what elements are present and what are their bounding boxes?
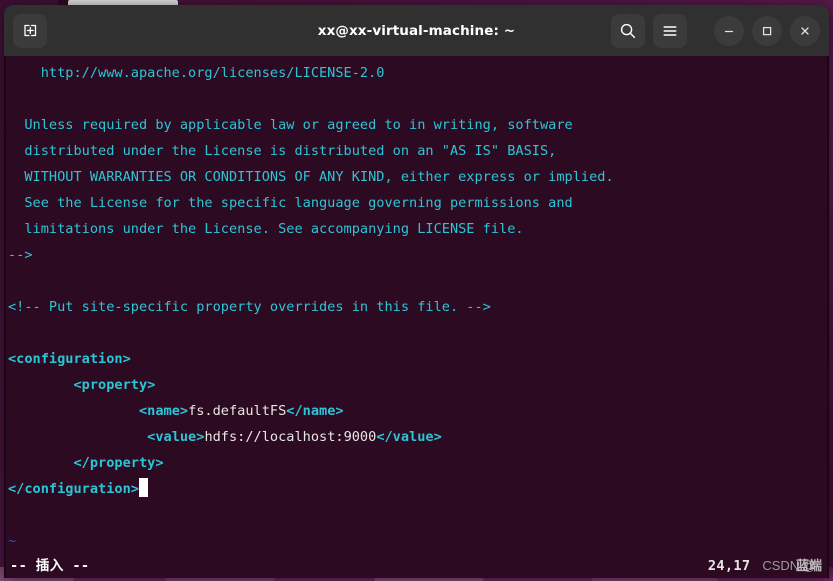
terminal-text-segment: ~ bbox=[8, 533, 17, 549]
terminal-line: <name>fs.defaultFS</name> bbox=[8, 398, 827, 424]
terminal-text-segment: limitations under the License. See accom… bbox=[8, 221, 524, 237]
terminal-text-segment: <configuration> bbox=[8, 351, 131, 367]
close-button[interactable] bbox=[790, 15, 820, 46]
search-icon bbox=[620, 23, 636, 38]
new-tab-icon bbox=[23, 24, 36, 37]
text-cursor bbox=[138, 478, 148, 497]
terminal-text-segment: WITHOUT WARRANTIES OR CONDITIONS OF ANY … bbox=[8, 169, 614, 185]
maximize-icon bbox=[762, 26, 772, 35]
terminal-text-segment: See the License for the specific languag… bbox=[8, 195, 573, 211]
terminal-text-segment: <name> bbox=[138, 403, 189, 419]
terminal-line: </configuration> bbox=[8, 476, 827, 502]
terminal-line: <!-- Put site-specific property override… bbox=[8, 294, 827, 320]
terminal-text-segment: <value> bbox=[147, 429, 205, 445]
terminal-text-segment: <property> bbox=[8, 377, 156, 393]
terminal-text-segment: </value> bbox=[376, 429, 442, 445]
terminal-line: limitations under the License. See accom… bbox=[8, 216, 827, 242]
terminal-line: <property> bbox=[8, 372, 827, 398]
terminal-window: xx@xx-virtual-machine: ~ http://www.apac… bbox=[4, 5, 829, 578]
watermark-handle: 蓝端 bbox=[795, 557, 822, 573]
terminal-line: http://www.apache.org/licenses/LICENSE-2… bbox=[8, 60, 827, 86]
terminal-line: --> bbox=[8, 242, 827, 268]
terminal-line: </property> bbox=[8, 450, 827, 476]
terminal-line: <configuration> bbox=[8, 346, 827, 372]
terminal-text-segment: distributed under the License is distrib… bbox=[8, 143, 557, 159]
terminal-text-segment: hdfs://localhost:9000 bbox=[204, 429, 377, 445]
maximize-button[interactable] bbox=[752, 15, 782, 46]
terminal-line: WITHOUT WARRANTIES OR CONDITIONS OF ANY … bbox=[8, 164, 827, 190]
menu-button[interactable] bbox=[653, 13, 687, 48]
terminal-text-segment: </name> bbox=[286, 403, 344, 419]
terminal-text-segment: </property> bbox=[8, 455, 164, 471]
terminal-line: <value>hdfs://localhost:9000</value> bbox=[8, 424, 827, 450]
terminal-line: Unless required by applicable law or agr… bbox=[8, 112, 827, 138]
titlebar-left-group bbox=[13, 13, 47, 48]
hamburger-menu-icon bbox=[663, 25, 677, 36]
vim-editor-buffer[interactable]: http://www.apache.org/licenses/LICENSE-2… bbox=[8, 60, 827, 554]
terminal-text-segment: <!-- Put site-specific property override… bbox=[8, 299, 491, 315]
new-tab-button[interactable] bbox=[13, 13, 47, 48]
status-right-group: 24,17 CSDN @蓝端 bbox=[708, 555, 822, 574]
csdn-watermark: CSDN @蓝端 bbox=[762, 555, 822, 574]
window-titlebar[interactable]: xx@xx-virtual-machine: ~ bbox=[4, 5, 829, 56]
terminal-line: distributed under the License is distrib… bbox=[8, 138, 827, 164]
terminal-line: See the License for the specific languag… bbox=[8, 190, 827, 216]
close-icon bbox=[801, 26, 809, 35]
terminal-text-segment: </configuration> bbox=[8, 481, 139, 497]
terminal-text-segment: http://www.apache.org/licenses/LICENSE-2… bbox=[8, 65, 385, 81]
search-button[interactable] bbox=[611, 13, 645, 48]
terminal-text-segment: --> bbox=[8, 247, 33, 263]
terminal-text-segment: Unless required by applicable law or agr… bbox=[8, 117, 573, 133]
minimize-button[interactable] bbox=[714, 15, 744, 46]
vim-mode-indicator: -- 插入 -- bbox=[10, 558, 90, 574]
window-controls bbox=[706, 15, 820, 46]
minimize-icon bbox=[724, 30, 734, 32]
terminal-content-area[interactable]: http://www.apache.org/licenses/LICENSE-2… bbox=[4, 56, 829, 578]
titlebar-right-group bbox=[611, 13, 820, 48]
cursor-position-indicator: 24,17 bbox=[707, 557, 751, 574]
terminal-text-segment: fs.defaultFS bbox=[188, 403, 287, 419]
vim-status-line: -- 插入 -- 24,17 CSDN @蓝端 bbox=[6, 550, 827, 578]
